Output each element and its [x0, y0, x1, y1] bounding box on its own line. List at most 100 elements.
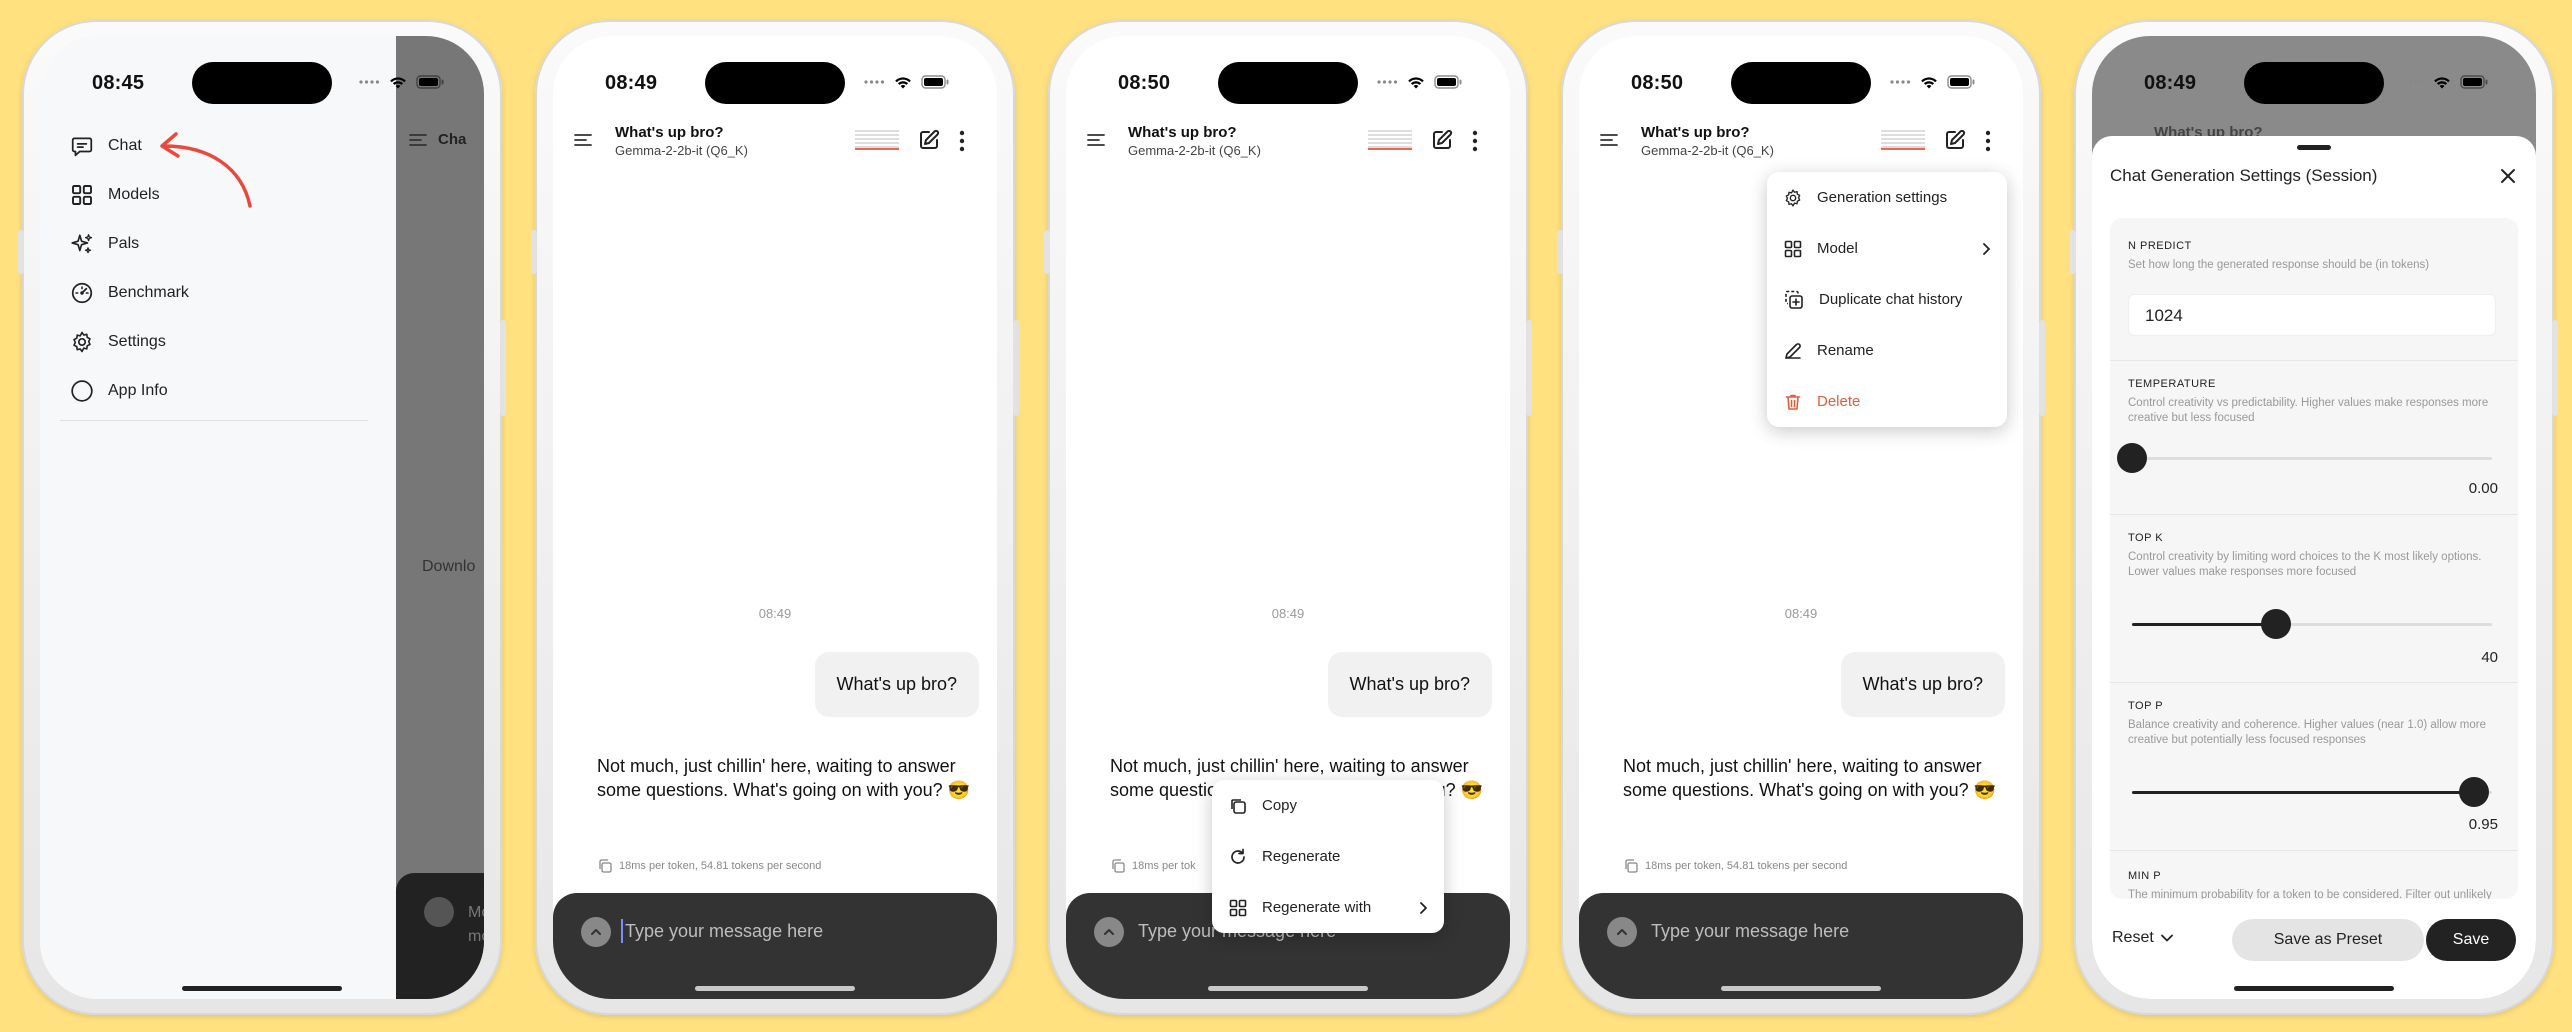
reset-dropdown[interactable]: Reset [2112, 929, 2174, 947]
chevron-down-icon [2160, 933, 2174, 943]
message-timestamp: 08:49 [758, 606, 792, 621]
new-chat-edit-icon[interactable] [1430, 128, 1454, 152]
phone-context-menu: 08:50 What's up bro? Gemma-2-2b-it (Q6_K… [1044, 20, 1532, 1015]
chat-header: What's up bro? Gemma-2-2b-it (Q6_K) [553, 116, 997, 166]
screen: 08:50 What's up bro? Gemma-2-2b-it (Q6_K… [1066, 36, 1510, 999]
message-composer: Type your message here [553, 893, 997, 999]
assistant-message[interactable]: Not much, just chillin' here, waiting to… [1623, 754, 2003, 802]
home-indicator [1208, 986, 1368, 991]
menu-item-delete[interactable]: Delete [1767, 376, 2007, 427]
temperature-description: Control creativity vs predictability. Hi… [2128, 397, 2489, 424]
sheet-footer: Reset Save as Preset Save [2092, 899, 2536, 999]
copy-icon[interactable] [597, 858, 613, 874]
user-message-bubble[interactable]: What's up bro? [814, 652, 979, 717]
peek-input-text: Mo mo [468, 904, 484, 945]
expand-button[interactable] [1607, 917, 1637, 947]
slider-thumb[interactable] [2261, 609, 2291, 639]
user-message-bubble[interactable]: What's up bro? [1840, 652, 2005, 717]
status-icons [2402, 74, 2488, 90]
screen: 08:49 What's up bro? Gemma-2-2b-it (Q6_K… [553, 36, 997, 999]
save-as-preset-button[interactable]: Save as Preset [2232, 919, 2424, 961]
session-thumbnail[interactable] [1881, 130, 1925, 150]
drawer-item-app-info[interactable]: App Info [70, 379, 168, 403]
battery-icon [1947, 75, 1975, 89]
sheet-grabber[interactable] [2297, 145, 2331, 150]
dynamic-island [1731, 62, 1871, 104]
message-input[interactable]: Type your message here [1651, 921, 1849, 942]
menu-item-label: Regenerate [1262, 848, 1341, 865]
copy-icon[interactable] [1110, 858, 1126, 874]
menu-item-regenerate[interactable]: Regenerate [1212, 831, 1444, 882]
assistant-message[interactable]: Not much, just chillin' here, waiting to… [597, 754, 977, 802]
message-input[interactable]: Type your message here [625, 921, 823, 942]
top-p-value: 0.95 [2468, 816, 2498, 833]
signal-dots-icon [2402, 79, 2424, 85]
hamburger-icon[interactable] [1599, 132, 1619, 148]
hamburger-icon [408, 132, 428, 148]
expand-button[interactable] [1094, 917, 1124, 947]
menu-item-label: Duplicate chat history [1819, 291, 1963, 308]
temperature-slider[interactable] [2117, 443, 2492, 473]
sheet-title: Chat Generation Settings (Session) [2110, 166, 2378, 185]
close-icon[interactable] [2498, 166, 2518, 186]
model-name[interactable]: Gemma-2-2b-it (Q6_K) [1128, 143, 1261, 158]
screen: What's up bro? 08:49 Chat Generation Set… [2092, 36, 2536, 999]
screen: 08:50 What's up bro? Gemma-2-2b-it (Q6_K… [1579, 36, 2023, 999]
expand-button[interactable] [581, 917, 611, 947]
menu-item-duplicate-chat-history[interactable]: Duplicate chat history [1767, 274, 2007, 325]
menu-item-regenerate-with[interactable]: Regenerate with [1212, 882, 1444, 933]
annotation-arrow-icon [160, 132, 252, 208]
hamburger-icon[interactable] [1086, 132, 1106, 148]
session-thumbnail[interactable] [1368, 130, 1412, 150]
status-icons [358, 74, 444, 90]
chevron-right-icon [1981, 241, 1991, 257]
trash-icon [1783, 392, 1803, 412]
new-chat-edit-icon[interactable] [1943, 128, 1967, 152]
phone-chat: 08:49 What's up bro? Gemma-2-2b-it (Q6_K… [531, 20, 1019, 1015]
drawer-item-models[interactable]: Models [70, 183, 160, 207]
gear-icon [1783, 188, 1803, 208]
session-thumbnail[interactable] [855, 130, 899, 150]
hamburger-icon[interactable] [573, 132, 593, 148]
drawer-item-chat[interactable]: Chat [70, 134, 142, 158]
more-options-menu: Generation settings Model Duplicate chat… [1767, 172, 2007, 427]
drawer-item-pals[interactable]: Pals [70, 232, 139, 256]
top-k-slider[interactable] [2132, 609, 2492, 639]
message-meta: 18ms per token, 54.81 tokens per second [597, 858, 821, 874]
user-message-bubble[interactable]: What's up bro? [1327, 652, 1492, 717]
drawer-item-label: Chat [108, 137, 142, 154]
menu-item-rename[interactable]: Rename [1767, 325, 2007, 376]
menu-item-label: Rename [1817, 342, 1874, 359]
drawer-item-benchmark[interactable]: Benchmark [70, 281, 189, 305]
model-name[interactable]: Gemma-2-2b-it (Q6_K) [615, 143, 748, 158]
save-button[interactable]: Save [2426, 919, 2516, 961]
slider-thumb[interactable] [2459, 777, 2489, 807]
menu-item-generation-settings[interactable]: Generation settings [1767, 172, 2007, 223]
copy-icon[interactable] [1623, 858, 1639, 874]
phone-more-menu: 08:50 What's up bro? Gemma-2-2b-it (Q6_K… [1557, 20, 2045, 1015]
wifi-icon [1919, 74, 1939, 90]
more-options-icon[interactable] [1985, 130, 1991, 152]
menu-item-label: Delete [1817, 393, 1861, 410]
slider-thumb[interactable] [2117, 443, 2147, 473]
more-options-icon[interactable] [1472, 130, 1478, 152]
drawer-item-label: Benchmark [108, 284, 189, 301]
dimmed-chat-overlay[interactable]: Cha Downlo Mo mo [396, 36, 484, 999]
more-options-icon[interactable] [959, 130, 965, 152]
wifi-icon [2432, 74, 2452, 90]
wifi-icon [388, 74, 408, 90]
duplicate-icon [1783, 289, 1805, 311]
drawer-item-settings[interactable]: Settings [70, 330, 166, 354]
token-stats: 18ms per token, 54.81 tokens per second [619, 860, 822, 872]
drawer-item-label: App Info [108, 382, 168, 399]
token-stats: 18ms per token, 54.81 tokens per second [1645, 860, 1848, 872]
top-p-slider[interactable] [2132, 777, 2492, 807]
status-time: 08:50 [1118, 72, 1171, 94]
n-predict-input[interactable]: 1024 [2128, 294, 2496, 336]
model-name[interactable]: Gemma-2-2b-it (Q6_K) [1641, 143, 1774, 158]
menu-item-label: Copy [1262, 797, 1298, 814]
home-indicator [1721, 986, 1881, 991]
new-chat-edit-icon[interactable] [917, 128, 941, 152]
menu-item-model[interactable]: Model [1767, 223, 2007, 274]
menu-item-copy[interactable]: Copy [1212, 780, 1444, 831]
